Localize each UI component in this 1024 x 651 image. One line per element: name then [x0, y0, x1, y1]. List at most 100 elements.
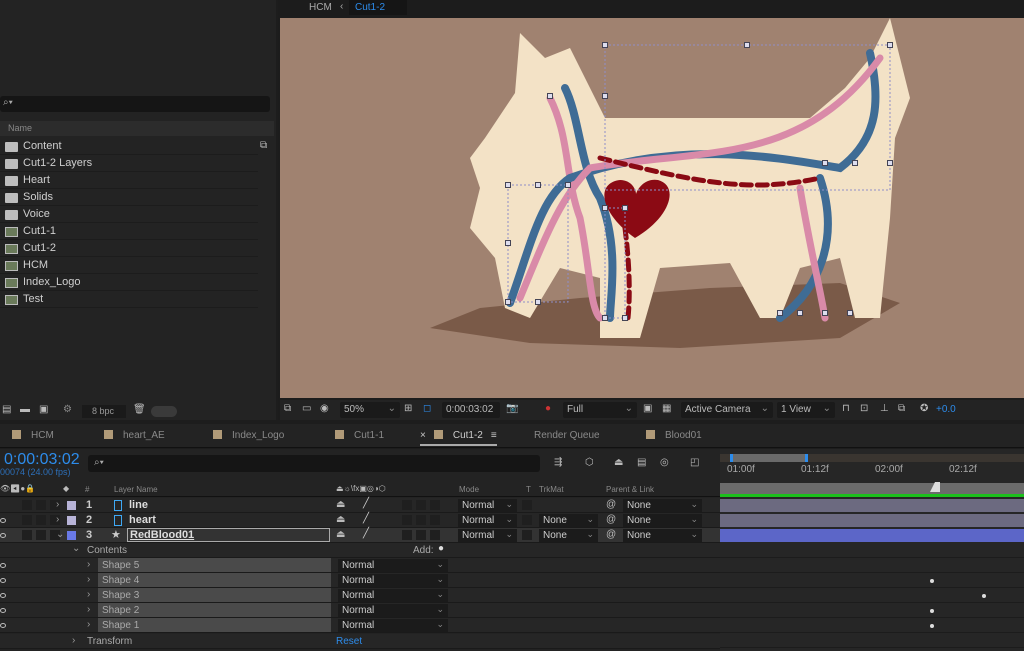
project-item[interactable]: Cut1-2 Layers: [0, 156, 258, 172]
channel-icon[interactable]: ●: [545, 403, 551, 414]
eye-icon[interactable]: [0, 578, 6, 583]
path-handle[interactable]: [602, 42, 608, 48]
quality-switch-icon[interactable]: ╱: [363, 498, 369, 509]
project-item[interactable]: Cut1-1: [0, 224, 258, 240]
chevron-down-icon[interactable]: ⌄: [72, 543, 80, 554]
exposure-icon[interactable]: ✪: [920, 403, 928, 414]
menu-icon[interactable]: ≡: [491, 430, 497, 441]
shape-name[interactable]: Shape 4: [98, 573, 331, 587]
layer-name[interactable]: heart: [129, 514, 156, 526]
mask-icon[interactable]: ◉: [320, 403, 329, 414]
interpret-footage-icon[interactable]: ▤: [2, 404, 11, 415]
path-handle[interactable]: [797, 310, 803, 316]
tab-render-queue[interactable]: Render Queue: [534, 430, 600, 441]
parent-select[interactable]: None ⌄: [623, 529, 702, 542]
parent-select[interactable]: None ⌄: [623, 499, 702, 512]
quality-switch-icon[interactable]: ╱: [363, 513, 369, 524]
trkmat-select[interactable]: None ⌄: [539, 529, 598, 542]
composition-canvas[interactable]: [280, 18, 1024, 398]
switch-box[interactable]: [430, 515, 440, 525]
resolution-select[interactable]: Full ⌄: [563, 402, 637, 418]
mode-select[interactable]: Normal ⌄: [458, 514, 517, 527]
path-handle[interactable]: [887, 42, 893, 48]
name-column-header[interactable]: Name: [0, 121, 274, 136]
eye-icon[interactable]: [0, 518, 6, 523]
project-item[interactable]: Test: [0, 292, 258, 308]
preserve-transparency-toggle[interactable]: [522, 500, 532, 510]
layer-row[interactable]: › 1 line ⏏ ╱ Normal ⌄ @ None ⌄: [0, 498, 720, 513]
project-item[interactable]: Voice: [0, 207, 258, 223]
shape-row[interactable]: › Shape 4 Normal ⌄: [0, 573, 720, 588]
shape-row[interactable]: › Shape 2 Normal ⌄: [0, 603, 720, 618]
contents-row[interactable]: ⌄ Contents Add: ●: [0, 543, 720, 558]
audio-toggle[interactable]: [22, 500, 32, 510]
keyframe[interactable]: [930, 624, 934, 628]
path-handle[interactable]: [847, 310, 853, 316]
transparency-grid-icon[interactable]: ▦: [662, 403, 671, 414]
chevron-right-icon[interactable]: ›: [56, 499, 59, 510]
keyframe[interactable]: [930, 579, 934, 583]
path-handle[interactable]: [505, 299, 511, 305]
frame-blend-icon[interactable]: ⏏: [614, 457, 623, 468]
path-handle[interactable]: [622, 205, 628, 211]
layer-row[interactable]: ⌄ 3 ★ RedBlood01 ⏏ ╱ Normal ⌄ None ⌄ @ None ⌄: [0, 528, 720, 543]
shape-name[interactable]: Shape 5: [98, 558, 331, 572]
monitor-icon[interactable]: ▭: [302, 403, 311, 414]
tab-blood01[interactable]: Blood01: [646, 430, 702, 441]
tab-heart-ae[interactable]: heart_AE: [104, 430, 165, 441]
shy-switch-icon[interactable]: ⏏: [336, 499, 345, 510]
trkmat-select[interactable]: None ⌄: [539, 514, 598, 527]
shape-name[interactable]: Shape 3: [98, 588, 331, 602]
chevron-right-icon[interactable]: ›: [87, 559, 90, 570]
shape-row[interactable]: › Shape 5 Normal ⌄: [0, 558, 720, 573]
work-area-bar[interactable]: [720, 454, 1024, 462]
project-search-input[interactable]: ⌕▾: [0, 96, 270, 112]
audio-toggle[interactable]: [22, 515, 32, 525]
draft-3d-icon[interactable]: ⇶: [554, 457, 562, 468]
layer-bar-3[interactable]: [720, 529, 1024, 542]
toggle-pixel-icon[interactable]: ⊓: [842, 403, 850, 414]
shape-blend-mode-select[interactable]: Normal ⌄: [338, 589, 448, 602]
chevron-left-icon[interactable]: ‹: [340, 1, 343, 12]
eye-icon[interactable]: [0, 623, 6, 628]
path-handle[interactable]: [535, 299, 541, 305]
work-area-range[interactable]: [730, 454, 808, 462]
shape-name[interactable]: Shape 1: [98, 618, 331, 632]
zoom-select[interactable]: 50% ⌄: [340, 402, 400, 418]
new-folder-icon[interactable]: ▬: [20, 404, 30, 415]
shape-blend-mode-select[interactable]: Normal ⌄: [338, 604, 448, 617]
switch-box[interactable]: [430, 530, 440, 540]
pickwhip-icon[interactable]: @: [606, 514, 616, 525]
switch-box[interactable]: [402, 530, 412, 540]
chevron-right-icon[interactable]: ›: [72, 635, 75, 646]
region-icon[interactable]: ◻: [423, 403, 431, 414]
solo-toggle[interactable]: [36, 500, 46, 510]
path-handle[interactable]: [602, 93, 608, 99]
path-handle[interactable]: [622, 315, 628, 321]
path-handle[interactable]: [852, 160, 858, 166]
views-select[interactable]: 1 View ⌄: [777, 402, 835, 418]
switch-box[interactable]: [430, 500, 440, 510]
audio-toggle[interactable]: [22, 530, 32, 540]
shape-blend-mode-select[interactable]: Normal ⌄: [338, 619, 448, 632]
breadcrumb-hcm[interactable]: HCM: [303, 0, 338, 15]
preserve-transparency-toggle[interactable]: [522, 515, 532, 525]
shape-blend-mode-select[interactable]: Normal ⌄: [338, 574, 448, 587]
roi-icon[interactable]: ▣: [643, 403, 652, 414]
eye-icon[interactable]: [0, 563, 6, 568]
mode-select[interactable]: Normal ⌄: [458, 529, 517, 542]
path-handle[interactable]: [602, 315, 608, 321]
label-color[interactable]: [67, 501, 76, 510]
chevron-down-icon[interactable]: ⌄: [56, 529, 64, 540]
chevron-right-icon[interactable]: ›: [56, 514, 59, 525]
label-color[interactable]: [67, 516, 76, 525]
chevron-right-icon[interactable]: ›: [87, 589, 90, 600]
layer-bar-2[interactable]: [720, 514, 1024, 527]
layer-bar-1[interactable]: [720, 499, 1024, 512]
switch-box[interactable]: [416, 530, 426, 540]
chevron-right-icon[interactable]: ›: [87, 619, 90, 630]
path-handle[interactable]: [887, 160, 893, 166]
path-handle[interactable]: [602, 205, 608, 211]
shape-name[interactable]: Shape 2: [98, 603, 331, 617]
viewer-timecode[interactable]: 0:00:03:02: [442, 402, 500, 418]
